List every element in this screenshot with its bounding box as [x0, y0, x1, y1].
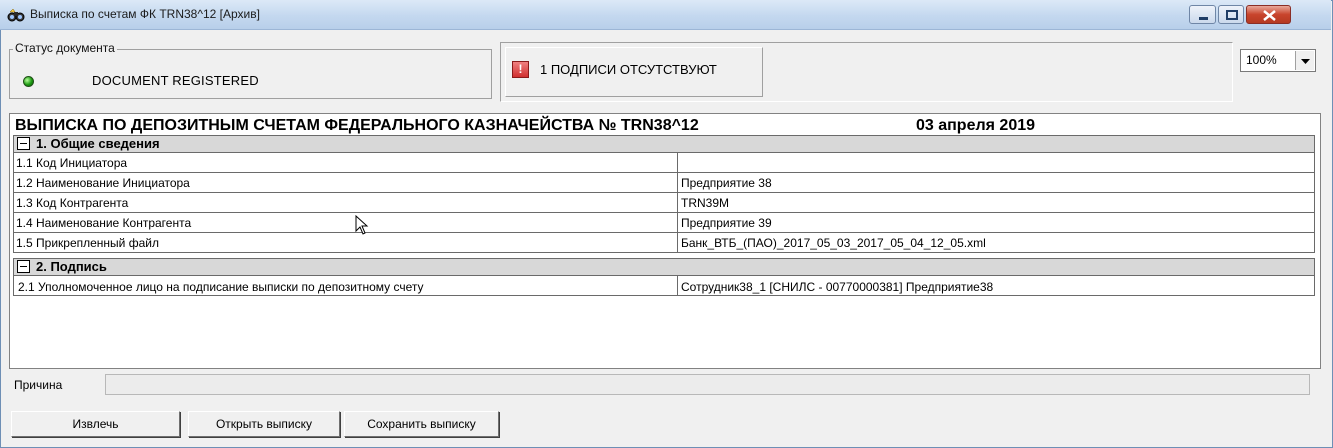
- close-icon: [1263, 10, 1276, 21]
- status-legend: Статус документа: [13, 41, 117, 55]
- table-row[interactable]: [13, 213, 1315, 233]
- status-text: DOCUMENT REGISTERED: [92, 73, 259, 88]
- maximize-icon: [1226, 10, 1238, 20]
- extract-button-label: Извлечь: [72, 417, 119, 431]
- reason-label: Причина: [14, 378, 63, 392]
- status-indicator-icon: [23, 76, 34, 87]
- chevron-down-icon: [1301, 59, 1310, 64]
- document-title: ВЫПИСКА ПО ДЕПОЗИТНЫМ СЧЕТАМ ФЕДЕРАЛЬНОГ…: [15, 117, 699, 134]
- column-divider: [677, 153, 678, 253]
- minimize-icon: [1199, 17, 1208, 20]
- binoculars-icon: [7, 8, 25, 22]
- table-row[interactable]: [13, 173, 1315, 193]
- row-value[interactable]: TRN39M: [681, 196, 729, 210]
- row-label: 2.1 Уполномоченное лицо на подписание вы…: [18, 280, 424, 294]
- zoom-value: 100%: [1246, 53, 1277, 67]
- reason-field[interactable]: [105, 374, 1310, 395]
- row-value[interactable]: Сотрудник38_1 [СНИЛС - 00770000381] Пред…: [681, 280, 993, 294]
- row-value[interactable]: TRN38M: [681, 156, 729, 170]
- signature-status-text: 1 ПОДПИСИ ОТСУТСТВУЮТ: [540, 62, 717, 77]
- row-label: 1.1 Код Инициатора: [16, 156, 128, 170]
- collapse-icon[interactable]: [17, 137, 30, 150]
- row-value[interactable]: Банк_ВТБ_(ПАО)_2017_05_03_2017_05_04_12_…: [681, 236, 986, 250]
- save-statement-button[interactable]: Сохранить выписку: [344, 411, 499, 437]
- document-date: 03 апреля 2019: [916, 117, 1036, 134]
- row-value[interactable]: Предприятие 38: [681, 176, 772, 190]
- row-label: 1.5 Прикрепленный файл: [16, 236, 159, 250]
- open-statement-label: Открыть выписку: [215, 417, 313, 431]
- section-label: 1. Общие сведения: [36, 136, 160, 151]
- close-button[interactable]: [1246, 5, 1291, 24]
- table-row[interactable]: [13, 233, 1315, 253]
- mouse-cursor-icon: [355, 215, 369, 235]
- zoom-dropdown-button[interactable]: [1295, 51, 1314, 70]
- section-header: [13, 258, 1315, 276]
- collapse-icon[interactable]: [17, 260, 30, 273]
- row-value[interactable]: Предприятие 39: [681, 216, 772, 230]
- column-divider: [677, 276, 678, 296]
- window-title: Выписка по счетам ФК TRN38^12 [Архив]: [30, 7, 260, 21]
- row-label: 1.4 Наименование Контрагента: [16, 216, 192, 230]
- maximize-button[interactable]: [1218, 5, 1244, 24]
- section-label: 2. Подпись: [36, 259, 107, 274]
- table-row[interactable]: [13, 193, 1315, 213]
- save-statement-label: Сохранить выписку: [367, 417, 476, 431]
- row-label: 1.2 Наименование Инициатора: [16, 176, 190, 190]
- row-label: 1.3 Код Контрагента: [16, 196, 129, 210]
- table-row[interactable]: [13, 153, 1315, 173]
- minimize-button[interactable]: [1189, 5, 1216, 24]
- section-header: [13, 135, 1315, 153]
- open-statement-button[interactable]: Открыть выписку: [188, 411, 340, 437]
- warning-icon: !: [512, 61, 529, 78]
- extract-button[interactable]: Извлечь: [11, 411, 180, 437]
